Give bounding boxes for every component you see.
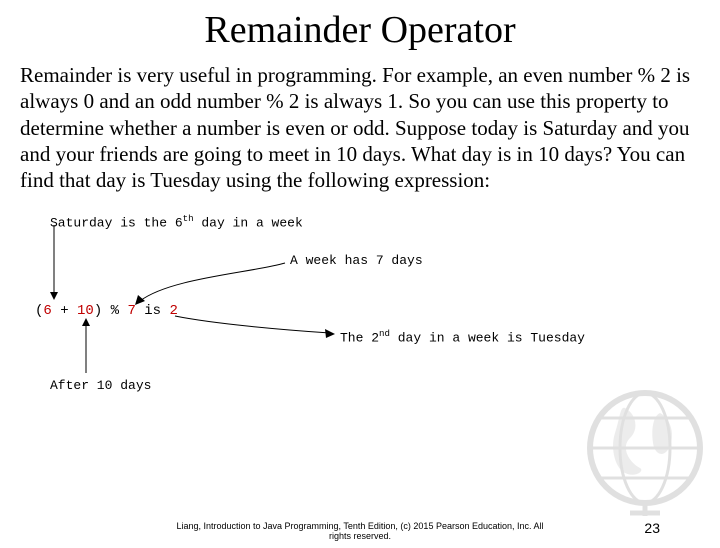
arrow-saturday-to-six xyxy=(48,225,60,300)
note-tuesday-pre: The 2 xyxy=(340,331,379,346)
body-paragraph: Remainder is very useful in programming.… xyxy=(0,62,720,193)
footer: Liang, Introduction to Java Programming,… xyxy=(0,522,720,542)
diagram: Saturday is the 6th day in a week A week… xyxy=(0,213,720,403)
slide-title: Remainder Operator xyxy=(0,8,720,52)
note-week: A week has 7 days xyxy=(290,253,423,268)
arrow-after10-to-ten xyxy=(80,318,92,373)
note-saturday-after: day in a week xyxy=(194,216,303,231)
arrow-week-to-seven xyxy=(130,263,290,308)
expr-six: 6 xyxy=(43,303,51,319)
note-saturday: Saturday is the 6th day in a week xyxy=(50,213,303,230)
note-tuesday-sup: nd xyxy=(379,328,390,339)
note-tuesday-post: day in a week is Tuesday xyxy=(390,331,585,346)
note-saturday-sup: th xyxy=(183,213,194,224)
note-after10: After 10 days xyxy=(50,378,151,393)
expr-close: ) % xyxy=(94,303,128,319)
note-saturday-text: Saturday is the 6 xyxy=(50,216,183,231)
expr-ten: 10 xyxy=(77,303,94,319)
globe-icon xyxy=(575,378,715,518)
arrow-two-to-tuesday xyxy=(175,316,335,336)
note-tuesday: The 2nd day in a week is Tuesday xyxy=(340,328,585,345)
slide: Remainder Operator Remainder is very use… xyxy=(0,8,720,548)
expr-plus: + xyxy=(52,303,77,319)
page-number: 23 xyxy=(644,520,660,536)
footer-line1: Liang, Introduction to Java Programming,… xyxy=(176,521,543,531)
